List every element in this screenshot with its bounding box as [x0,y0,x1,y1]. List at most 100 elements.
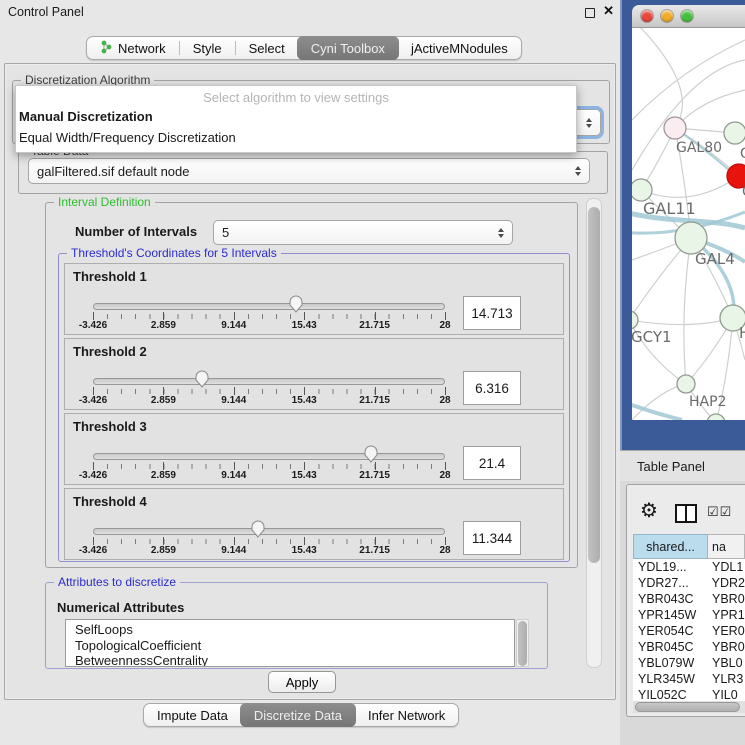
table-cell[interactable]: YIL052C [633,688,708,701]
numerical-attribute-item[interactable]: BetweennessCentrality [75,653,514,667]
numerical-attribute-item[interactable]: SelfLoops [75,622,514,638]
split-view-icon[interactable] [675,504,697,523]
network-node[interactable] [724,122,745,144]
threshold-slider-track[interactable] [93,378,445,385]
table-row[interactable]: YIL052CYIL0 [633,687,745,701]
apply-button[interactable]: Apply [268,671,336,693]
tab-discretize-data[interactable]: Discretize Data [240,703,356,727]
table-cell[interactable]: YPR1 [708,608,745,622]
threshold-row: Threshold 1 -3.4262.8599.14415.4321.7152… [64,263,564,335]
tick-label: 21.715 [359,470,390,481]
threshold-label: Threshold 4 [73,494,147,509]
threshold-slider-track[interactable] [93,303,445,310]
table-cell[interactable]: YBR0 [708,640,745,654]
threshold-slider-thumb[interactable] [194,370,210,388]
tick-label: 21.715 [359,395,390,406]
dropdown-option-manual-discretization[interactable]: Manual Discretization [16,107,576,128]
network-node-label: G [740,146,745,162]
threshold-value-box[interactable]: 11.344 [463,521,521,555]
network-edge [684,238,691,384]
numerical-attribute-item[interactable]: TopologicalCoefficient [75,638,514,654]
table-cell[interactable]: YDL19... [633,560,708,574]
table-cell[interactable]: YBR0 [708,592,745,606]
attributes-scrollbar-thumb[interactable] [518,621,527,666]
table-cell[interactable]: YIL0 [708,688,745,701]
number-of-intervals-spinner[interactable]: 5 [213,220,513,245]
network-node[interactable] [632,311,638,329]
group-title: Attributes to discretize [54,575,180,589]
threshold-value-box[interactable]: 6.316 [463,371,521,405]
tick-label: 21.715 [359,320,390,331]
network-node[interactable] [664,117,686,139]
checkboxes-icon[interactable]: ☑☑ [707,504,732,520]
numerical-attributes-list: SelfLoopsTopologicalCoefficientBetweenne… [65,619,515,667]
table-cell[interactable]: YLR3 [708,672,745,686]
table-row[interactable]: YER054CYER0 [633,623,745,639]
tab-jactivemnodules[interactable]: jActiveMNodules [398,37,521,59]
table-row[interactable]: YBL079WYBL0 [633,655,745,671]
zoom-traffic-light[interactable] [681,10,693,22]
table-data-combobox[interactable]: galFiltered.sif default node [28,158,590,184]
tab-style[interactable]: Style [180,37,235,59]
threshold-list: Threshold 1 -3.4262.8599.14415.4321.7152… [64,263,564,563]
table-hscrollbar[interactable] [633,701,745,713]
close-icon[interactable]: ✕ [603,3,614,19]
network-node[interactable] [632,179,652,201]
network-node-label: GAL11 [643,199,696,218]
table-row[interactable]: YDL19...YDL1 [633,559,745,575]
network-view-canvas[interactable]: GAL80GCGAL11GAL4GCY1HHAP2 [632,28,745,420]
threshold-value-box[interactable]: 21.4 [463,446,521,480]
table-cell[interactable]: YBR045C [633,640,708,654]
table-panel-title: Table Panel [637,459,705,474]
column-header-shared-name[interactable]: shared... [633,534,708,559]
tick-label: -3.426 [79,470,107,481]
threshold-value-box[interactable]: 14.713 [463,296,521,330]
tab-network[interactable]: Network [87,37,179,59]
table-row[interactable]: YBR045CYBR0 [633,639,745,655]
table-cell[interactable]: YDL1 [708,560,745,574]
table-cell[interactable]: YER0 [708,624,745,638]
combo-arrows-icon [575,166,581,176]
table-row[interactable]: YBR043CYBR0 [633,591,745,607]
threshold-slider-thumb[interactable] [288,295,304,313]
network-icon [100,40,113,57]
tab-cyni-toolbox[interactable]: Cyni Toolbox [297,36,399,60]
tab-select[interactable]: Select [236,37,298,59]
tab-label: Impute Data [157,708,228,723]
table-cell[interactable]: YER054C [633,624,708,638]
table-row[interactable]: YLR345WYLR3 [633,671,745,687]
table-panel-header: Table Panel [620,450,745,481]
network-node[interactable] [677,375,695,393]
settings-scrollbar-thumb[interactable] [588,207,600,563]
threshold-slider-track[interactable] [93,453,445,460]
minimize-traffic-light[interactable] [661,10,673,22]
table-cell[interactable]: YBL0 [708,656,745,670]
table-cell[interactable]: YBL079W [633,656,708,670]
table-cell[interactable]: YDR2 [708,576,745,590]
dropdown-option-equal-width[interactable]: Equal Width/Frequency Discretization [16,128,576,149]
network-window-titlebar[interactable] [632,5,745,28]
table-cell[interactable]: YPR145W [633,608,708,622]
table-cell[interactable]: YLR345W [633,672,708,686]
table-cell[interactable]: YBR043C [633,592,708,606]
threshold-label: Threshold 1 [73,269,147,284]
tab-infer-network[interactable]: Infer Network [355,704,458,726]
table-hscrollbar-thumb[interactable] [635,702,740,712]
float-window-icon[interactable] [585,8,595,18]
threshold-slider-thumb[interactable] [250,520,266,538]
spinner-arrows-icon [498,228,504,238]
table-cell[interactable]: YDR27... [633,576,708,590]
threshold-slider-thumb[interactable] [363,445,379,463]
attributes-scrollbar[interactable] [516,619,529,667]
column-header-name[interactable]: na [708,534,745,559]
settings-scrollbar[interactable] [586,198,602,668]
table-row[interactable]: YPR145WYPR1 [633,607,745,623]
threshold-slider-track[interactable] [93,528,445,535]
tab-impute-data[interactable]: Impute Data [144,704,241,726]
slider-minor-ticks [93,464,446,469]
close-traffic-light[interactable] [641,10,653,22]
gear-icon[interactable]: ⚙ [640,498,658,523]
node-table-rows: YDL19...YDL1YDR27...YDR2YBR043CYBR0YPR14… [633,559,745,701]
tick-label: 15.43 [292,320,317,331]
table-row[interactable]: YDR27...YDR2 [633,575,745,591]
